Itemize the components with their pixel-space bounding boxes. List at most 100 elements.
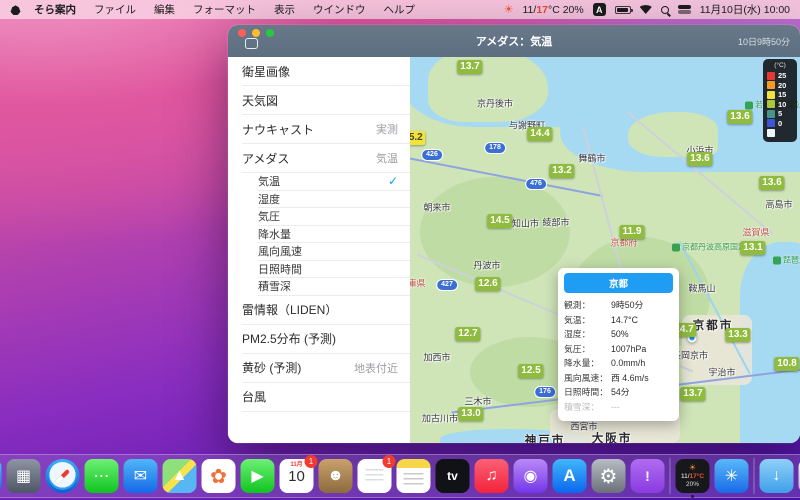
station-temp-badge[interactable]: 12.6 bbox=[475, 277, 500, 291]
dock-icon-podcasts[interactable]: ◉ bbox=[514, 459, 548, 493]
sidebar-item-衛星画像[interactable]: 衛星画像 bbox=[242, 57, 410, 86]
station-temp-badge[interactable]: 13.6 bbox=[687, 152, 712, 166]
dock-icon-photos[interactable]: ✿ bbox=[202, 459, 236, 493]
popup-row-label: 積雪深： bbox=[564, 400, 611, 415]
menu-1[interactable]: ファイル bbox=[85, 2, 145, 17]
dock-icon-launchpad[interactable]: ▦ bbox=[7, 459, 41, 493]
station-temp-badge[interactable]: 12.7 bbox=[455, 327, 480, 341]
sidebar-item-雷情報（LIDEN）[interactable]: 雷情報（LIDEN） bbox=[242, 296, 410, 325]
station-temp-badge[interactable]: 13.2 bbox=[549, 164, 574, 178]
legend-swatch bbox=[767, 81, 775, 89]
legend-swatch bbox=[767, 129, 775, 137]
menubar-weather-text[interactable]: 11/17°C 20% bbox=[523, 4, 584, 16]
city-label-高島市: 高島市 bbox=[765, 198, 792, 211]
dock-icon-settings[interactable]: ⚙ bbox=[592, 459, 626, 493]
dock-icon-feedback[interactable]: ! bbox=[631, 459, 665, 493]
city-label-鞍馬山: 鞍馬山 bbox=[688, 282, 715, 295]
station-temp-badge[interactable]: 13.0 bbox=[458, 407, 483, 421]
sidebar-item-アメダス[interactable]: アメダス気温 bbox=[242, 144, 410, 173]
station-temp-badge[interactable]: 15.2 bbox=[410, 131, 426, 145]
sidebar-toggle-icon[interactable] bbox=[245, 38, 258, 49]
city-label-朝来市: 朝来市 bbox=[423, 201, 450, 214]
city-label-京丹後市: 京丹後市 bbox=[477, 97, 513, 110]
weather-map[interactable]: 若狭湾国定公園京都丹波高原国定公園琵琶湖国定公園 京都府滋賀県兵庫県 京丹後市与… bbox=[410, 57, 800, 443]
station-temp-badge[interactable]: 14.4 bbox=[527, 127, 552, 141]
dock-icon-downloads[interactable]: ↓ bbox=[760, 459, 794, 493]
station-temp-badge[interactable]: 13.6 bbox=[727, 110, 752, 124]
sidebar-item-ナウキャスト[interactable]: ナウキャスト実測 bbox=[242, 115, 410, 144]
menu-2[interactable]: 編集 bbox=[145, 2, 184, 17]
window-titlebar[interactable]: アメダス：気温 10日9時50分 bbox=[228, 25, 800, 57]
facetime-icon: ▶ bbox=[241, 459, 275, 493]
sidebar-item-label: PM2.5分布 (予測) bbox=[242, 330, 398, 347]
legend-value: 25 bbox=[778, 71, 786, 80]
sidebar-item-黄砂 (予測)[interactable]: 黄砂 (予測)地表付近 bbox=[242, 354, 410, 383]
dock-icon-finder[interactable]: ☺ bbox=[0, 459, 2, 493]
sidebar-item-台風[interactable]: 台風 bbox=[242, 383, 410, 412]
menu-4[interactable]: 表示 bbox=[265, 2, 304, 17]
search-icon[interactable] bbox=[661, 6, 669, 14]
menu-3[interactable]: フォーマット bbox=[184, 2, 265, 17]
dock-icon-mail[interactable]: ✉ bbox=[124, 459, 158, 493]
sidebar-item-風向風速[interactable]: 風向風速 bbox=[258, 243, 410, 261]
dock-icon-maps[interactable]: ▲ bbox=[163, 459, 197, 493]
sidebar-item-気圧[interactable]: 気圧 bbox=[258, 208, 410, 226]
sidebar-item-天気図[interactable]: 天気図 bbox=[242, 86, 410, 115]
station-temp-badge[interactable]: 13.3 bbox=[725, 328, 750, 342]
menu-app[interactable]: そら案内 bbox=[25, 2, 85, 17]
popup-row: 湿度：50% bbox=[564, 327, 673, 342]
station-temp-badge[interactable]: 10.8 bbox=[774, 357, 799, 371]
legend-value: 5 bbox=[778, 109, 782, 118]
station-temp-badge[interactable]: 13.1 bbox=[740, 241, 765, 255]
sidebar-item-降水量[interactable]: 降水量 bbox=[258, 226, 410, 244]
dock-icon-notes[interactable] bbox=[397, 459, 431, 493]
apple-menu-icon[interactable] bbox=[10, 4, 21, 15]
menu-5[interactable]: ウインドウ bbox=[304, 2, 375, 17]
sidebar-item-label: 湿度 bbox=[258, 191, 398, 207]
dock-icon-reminders[interactable]: 1 bbox=[358, 459, 392, 493]
menu-6[interactable]: ヘルプ bbox=[375, 2, 425, 17]
wifi-icon[interactable] bbox=[640, 5, 652, 14]
dock-icon-facetime[interactable]: ▶ bbox=[241, 459, 275, 493]
sidebar-item-PM2.5分布 (予測)[interactable]: PM2.5分布 (予測) bbox=[242, 325, 410, 354]
dock-icon-messages[interactable]: ⋯ bbox=[85, 459, 119, 493]
sidebar-item-日照時間[interactable]: 日照時間 bbox=[258, 261, 410, 279]
close-button[interactable] bbox=[238, 29, 246, 37]
minimize-button[interactable] bbox=[252, 29, 260, 37]
dock-icon-app-store[interactable]: A bbox=[553, 459, 587, 493]
station-temp-badge[interactable]: 11.9 bbox=[620, 225, 645, 239]
tango-peninsula bbox=[428, 57, 548, 122]
dock-icon-contacts[interactable]: ☻ bbox=[319, 459, 353, 493]
station-temp-badge[interactable]: 13.7 bbox=[680, 387, 705, 401]
maps-icon: ▲ bbox=[163, 459, 197, 493]
menubar-clock[interactable]: 11月10日(水) 10:00 bbox=[700, 2, 790, 17]
safari-icon bbox=[46, 459, 80, 493]
control-center-icon[interactable] bbox=[678, 5, 691, 14]
dock-icon-sora-annai[interactable]: ☀11/17°C20% bbox=[676, 459, 710, 493]
sora-annai-icon: ☀11/17°C20% bbox=[676, 459, 710, 493]
legend-row bbox=[767, 128, 793, 138]
sidebar-item-気温[interactable]: 気温✓ bbox=[258, 173, 410, 191]
popup-row-label: 降水量： bbox=[564, 356, 611, 371]
station-temp-badge[interactable]: 12.5 bbox=[518, 364, 543, 378]
dock-icon-calendar[interactable]: 11月101 bbox=[280, 459, 314, 493]
dock-icon-tv[interactable]: tv bbox=[436, 459, 470, 493]
station-temp-badge[interactable]: 14.5 bbox=[487, 214, 512, 228]
legend-row: 5 bbox=[767, 109, 793, 119]
station-temp-badge[interactable]: 13.6 bbox=[759, 176, 784, 190]
menubar-status-area: ☀ 11/17°C 20% A 11月10日(水) 10:00 bbox=[504, 2, 790, 17]
sora-sun-icon: ☀ bbox=[689, 464, 696, 472]
legend-swatch bbox=[767, 119, 775, 127]
sora-annai-window: アメダス：気温 10日9時50分 衛星画像天気図ナウキャスト実測アメダス気温気温… bbox=[228, 25, 800, 443]
input-source-icon[interactable]: A bbox=[593, 3, 606, 16]
weather-sun-icon[interactable]: ☀ bbox=[504, 3, 514, 16]
dock-icon-safari[interactable] bbox=[46, 459, 80, 493]
dock-icon-music[interactable]: ♫ bbox=[475, 459, 509, 493]
dock-icon-testflight[interactable]: ✳ bbox=[715, 459, 749, 493]
testflight-icon: ✳ bbox=[715, 459, 749, 493]
battery-icon[interactable] bbox=[615, 6, 631, 14]
sidebar-item-積雪深[interactable]: 積雪深 bbox=[258, 278, 410, 296]
zoom-button[interactable] bbox=[266, 29, 274, 37]
sidebar-item-湿度[interactable]: 湿度 bbox=[258, 191, 410, 209]
station-temp-badge[interactable]: 13.7 bbox=[457, 60, 482, 74]
